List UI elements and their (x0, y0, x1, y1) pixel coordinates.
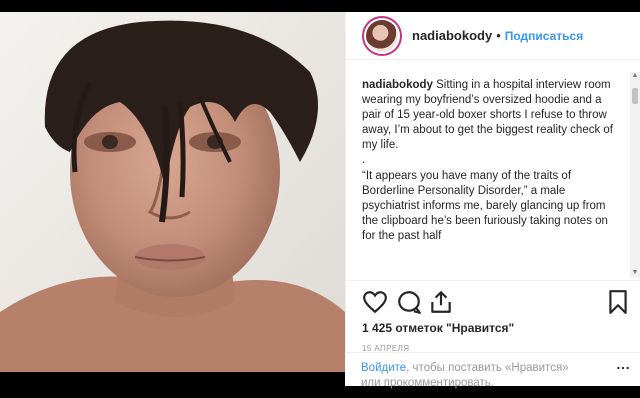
username-link[interactable]: nadiabokody (412, 28, 492, 43)
caption-scrollbar[interactable]: ▲ ▼ (630, 72, 640, 277)
footer: Войдите, чтобы поставить «Нравится» или … (0, 352, 640, 398)
bookmark-icon[interactable] (605, 289, 631, 315)
post-photo[interactable] (0, 12, 345, 372)
login-text: Войдите, чтобы поставить «Нравится» или … (361, 361, 581, 391)
follow-button[interactable]: Подписаться (505, 29, 583, 43)
page: nadiabokody • Подписаться nadiabokody Si… (0, 0, 640, 398)
login-link[interactable]: Войдите (361, 362, 406, 374)
caption-dot: . (362, 154, 366, 167)
action-bar (356, 289, 631, 317)
caption-scroll-area[interactable]: nadiabokody Sitting in a hospital interv… (346, 72, 640, 277)
caption-text-2: “It appears you have many of the traits … (362, 169, 608, 242)
post-card: nadiabokody • Подписаться nadiabokody Si… (0, 12, 640, 372)
scroll-down-icon[interactable]: ▼ (631, 269, 639, 277)
post-sidebar: nadiabokody • Подписаться nadiabokody Si… (345, 12, 640, 372)
more-icon[interactable] (616, 365, 630, 371)
scrollbar-thumb[interactable] (632, 88, 638, 104)
login-prompt: Войдите, чтобы поставить «Нравится» или … (345, 352, 640, 389)
avatar-image (366, 19, 398, 52)
post-photo-image (0, 12, 345, 372)
caption-paragraph-1: nadiabokody Sitting in a hospital interv… (362, 78, 620, 153)
separator-dot: • (496, 28, 501, 43)
post-header: nadiabokody • Подписаться (346, 12, 640, 60)
divider (346, 280, 640, 281)
caption-username[interactable]: nadiabokody (362, 79, 433, 91)
likes-count[interactable]: 1 425 отметок "Нравится" (362, 321, 514, 335)
heart-icon[interactable] (362, 289, 388, 315)
avatar[interactable] (362, 15, 402, 56)
caption: nadiabokody Sitting in a hospital interv… (362, 78, 620, 244)
comment-icon[interactable] (396, 289, 422, 315)
share-icon[interactable] (428, 289, 454, 315)
scroll-up-icon[interactable]: ▲ (631, 72, 639, 80)
